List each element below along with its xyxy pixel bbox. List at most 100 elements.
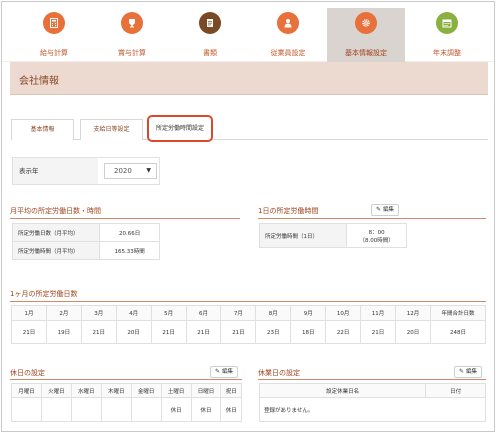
section-divider — [10, 379, 242, 380]
column-header: 設定休業日名 — [258, 383, 427, 398]
column-header: 4月 — [115, 305, 152, 321]
top-navigation: 給与計算 賞与計算 書類 従業員設定 基本情報設定 年末調整 — [2, 2, 494, 62]
app-frame: 給与計算 賞与計算 書類 従業員設定 基本情報設定 年末調整 会社情報 基本情報… — [1, 1, 495, 432]
year-select[interactable]: 2020 ▼ — [104, 163, 157, 179]
nav-item-payroll[interactable]: 給与計算 — [15, 8, 93, 62]
column-header: 3月 — [80, 305, 117, 321]
person-icon — [277, 12, 299, 34]
edit-label: 編集 — [383, 207, 395, 213]
table-cell: 休日 — [160, 397, 192, 422]
nav-label: 書類 — [203, 49, 217, 57]
table-cell — [100, 397, 132, 422]
table-cell — [11, 397, 42, 422]
nav-label: 給与計算 — [40, 49, 68, 57]
year-selector-box: 表示年 2020 ▼ — [12, 157, 160, 185]
nav-label: 賞与計算 — [118, 49, 146, 57]
tab-payday-settings[interactable]: 支給日等設定 — [80, 119, 143, 140]
table-cell: 21日 — [360, 320, 396, 344]
table-cell: 248日 — [430, 320, 486, 344]
empty-message: 登録がありません。 — [259, 397, 486, 422]
column-header: 5月 — [150, 305, 187, 321]
nav-item-year-end[interactable]: 年末調整 — [408, 8, 486, 62]
page-header: 会社情報 — [10, 62, 488, 94]
avg-hours-label: 所定労働時間（月平均） — [11, 241, 101, 260]
column-header: 水曜日 — [70, 383, 102, 398]
table-cell: 21日 — [220, 320, 257, 344]
tab-bar: 基本情報 支給日等設定 所定労働時間設定 — [11, 115, 488, 142]
avg-hours-value: 165.33時間 — [99, 241, 160, 260]
table-cell: 21日 — [80, 320, 117, 344]
column-header: 木曜日 — [100, 383, 132, 398]
column-header: 7月 — [220, 305, 257, 321]
pencil-icon: ✎ — [376, 206, 382, 213]
table-header-row: 1月 2月 3月 4月 5月 6月 7月 8月 9月 10月 11月 12月 年間合計日数 — [11, 305, 486, 321]
table-cell: 休日 — [220, 397, 242, 422]
table-cell: 21日 — [150, 320, 187, 344]
table-cell — [70, 397, 102, 422]
table-row: 21日 19日 21日 20日 21日 21日 21日 23日 18日 22日 21日 20日 248日 — [11, 320, 486, 344]
section-divider — [10, 301, 486, 302]
section-divider — [258, 379, 486, 380]
table-cell: 21日 — [11, 320, 47, 344]
table-header-row: 設定休業日名 日付 — [258, 383, 486, 398]
avg-days-value: 20.66日 — [99, 223, 160, 242]
dropdown-arrow-icon: ▼ — [146, 167, 151, 174]
table-cell: 18日 — [290, 320, 327, 344]
monthly-average-table: 所定労働日数（月平均） 20.66日 所定労働時間（月平均） 165.33時間 — [11, 223, 160, 260]
edit-special-holidays-button[interactable]: ✎ 編集 — [454, 366, 483, 378]
holiday-table: 月曜日 火曜日 水曜日 木曜日 金曜日 土曜日 日曜日 祝日 休日 休日 休日 — [11, 383, 242, 422]
holiday-settings-title: 休日の設定 — [10, 369, 45, 377]
gear-icon — [355, 12, 377, 34]
monthly-average-title: 月平均の所定労働日数・時間 — [10, 207, 101, 215]
column-header: 1月 — [11, 305, 47, 321]
edit-daily-button[interactable]: ✎ 編集 — [371, 204, 400, 216]
table-cell: 19日 — [45, 320, 82, 344]
tab-basic-info[interactable]: 基本情報 — [11, 119, 74, 140]
monthly-days-table: 1月 2月 3月 4月 5月 6月 7月 8月 9月 10月 11月 12月 年間合計日数 21日 19日… — [11, 305, 486, 344]
daily-hours-value: 8：00 （8.00時間） — [346, 223, 407, 248]
edit-label: 編集 — [466, 369, 478, 375]
daily-hours-title: 1日の所定労働時間 — [258, 207, 319, 215]
daily-hours-table: 所定労働時間（1日） 8：00 （8.00時間） — [258, 223, 407, 248]
column-header: 火曜日 — [40, 383, 72, 398]
column-header: 12月 — [394, 305, 432, 321]
column-header: 月曜日 — [11, 383, 42, 398]
table-cell: 21日 — [185, 320, 222, 344]
daily-hours-decimal: （8.00時間） — [359, 237, 394, 244]
nav-label: 年末調整 — [433, 49, 461, 57]
tab-working-hours-settings[interactable]: 所定労働時間設定 — [147, 115, 213, 142]
nav-item-basic-settings[interactable]: 基本情報設定 — [327, 8, 405, 62]
nav-label: 基本情報設定 — [345, 49, 387, 57]
document-icon — [199, 12, 221, 34]
pencil-icon: ✎ — [215, 368, 221, 375]
page-title: 会社情報 — [19, 76, 59, 87]
nav-item-documents[interactable]: 書類 — [171, 8, 249, 62]
table-cell: 休日 — [190, 397, 222, 422]
header-divider — [10, 94, 488, 95]
table-cell: 22日 — [325, 320, 362, 344]
column-header: 8月 — [255, 305, 292, 321]
table-header-row: 月曜日 火曜日 水曜日 木曜日 金曜日 土曜日 日曜日 祝日 — [11, 383, 242, 398]
column-header: 11月 — [360, 305, 396, 321]
column-header: 6月 — [185, 305, 222, 321]
monthly-days-title: 1ヶ月の所定労働日数 — [10, 290, 78, 298]
section-divider — [10, 218, 240, 219]
pencil-icon: ✎ — [459, 368, 465, 375]
table-cell: 23日 — [255, 320, 292, 344]
column-header: 日曜日 — [190, 383, 222, 398]
special-holiday-title: 休業日の設定 — [258, 369, 300, 377]
table-row: 登録がありません。 — [259, 397, 486, 422]
nav-item-employee-settings[interactable]: 従業員設定 — [249, 8, 327, 62]
column-header: 金曜日 — [130, 383, 162, 398]
column-header: 年間合計日数 — [430, 305, 486, 321]
special-holiday-table: 設定休業日名 日付 登録がありません。 — [258, 383, 486, 422]
table-cell — [40, 397, 72, 422]
column-header: 日付 — [425, 383, 486, 398]
table-cell — [130, 397, 162, 422]
column-header: 土曜日 — [160, 383, 192, 398]
edit-holidays-button[interactable]: ✎ 編集 — [210, 366, 239, 378]
column-header: 10月 — [325, 305, 362, 321]
nav-item-bonus[interactable]: 賞与計算 — [93, 8, 171, 62]
table-row: 休日 休日 休日 — [11, 397, 242, 422]
avg-days-label: 所定労働日数（月平均） — [11, 223, 101, 242]
